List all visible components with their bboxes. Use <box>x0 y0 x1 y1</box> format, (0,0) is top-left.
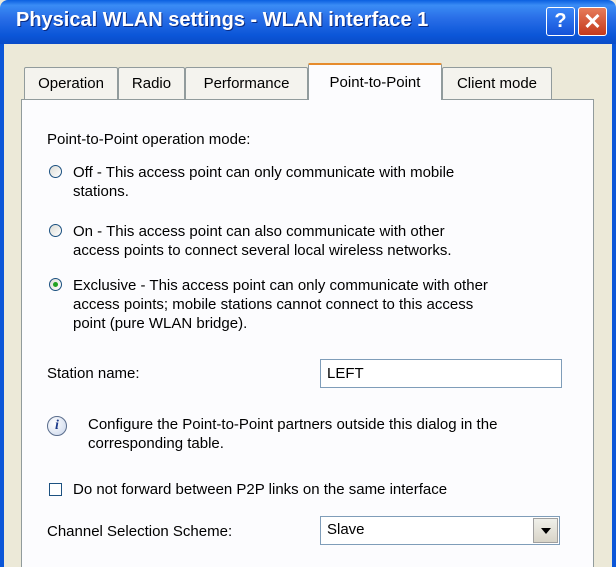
p2p-mode-label: Point-to-Point operation mode: <box>47 131 251 148</box>
window-title: Physical WLAN settings - WLAN interface … <box>16 9 429 31</box>
radio-exclusive-line-3: point (pure WLAN bridge). <box>73 315 248 332</box>
station-name-label: Station name: <box>47 365 140 382</box>
channel-scheme-value: Slave <box>327 521 365 538</box>
title-bar[interactable]: Physical WLAN settings - WLAN interface … <box>0 0 616 44</box>
dropdown-arrow-button[interactable] <box>533 518 558 543</box>
help-button[interactable]: ? <box>546 7 575 36</box>
tab-operation[interactable]: Operation <box>24 67 118 99</box>
radio-selected-dot <box>53 282 58 287</box>
question-mark-icon: ? <box>554 10 567 32</box>
radio-exclusive-line-2: access points; mobile stations cannot co… <box>73 296 474 313</box>
radio-on[interactable] <box>49 224 62 237</box>
radio-on-line-2: access points to connect several local w… <box>73 242 452 259</box>
no-forward-p2p-label: Do not forward between P2P links on the … <box>73 481 448 498</box>
radio-exclusive[interactable] <box>49 278 62 291</box>
info-icon: i <box>47 416 67 436</box>
tab-performance[interactable]: Performance <box>185 67 308 99</box>
dialog-window: Physical WLAN settings - WLAN interface … <box>0 0 616 567</box>
station-name-input[interactable] <box>320 359 562 388</box>
channel-scheme-label: Channel Selection Scheme: <box>47 523 233 540</box>
radio-on-line-1: On - This access point can also communic… <box>73 223 445 240</box>
radio-off[interactable] <box>49 165 62 178</box>
info-line-2: corresponding table. <box>88 435 224 452</box>
radio-exclusive-line-1: Exclusive - This access point can only c… <box>73 277 488 294</box>
no-forward-p2p-checkbox[interactable] <box>49 483 62 496</box>
radio-off-line-1: Off - This access point can only communi… <box>73 164 455 181</box>
tab-radio[interactable]: Radio <box>118 67 185 99</box>
close-button[interactable]: ✕ <box>578 7 607 36</box>
channel-scheme-select[interactable]: Slave <box>320 516 560 545</box>
tab-client-mode[interactable]: Client mode <box>442 67 552 99</box>
window-frame-right <box>612 44 616 567</box>
window-frame-left <box>0 44 4 567</box>
info-line-1: Configure the Point-to-Point partners ou… <box>88 416 498 433</box>
radio-off-line-2: stations. <box>73 183 129 200</box>
chevron-down-icon <box>540 527 551 534</box>
close-x-icon: ✕ <box>583 8 602 34</box>
tab-point-to-point[interactable]: Point-to-Point <box>308 63 442 100</box>
